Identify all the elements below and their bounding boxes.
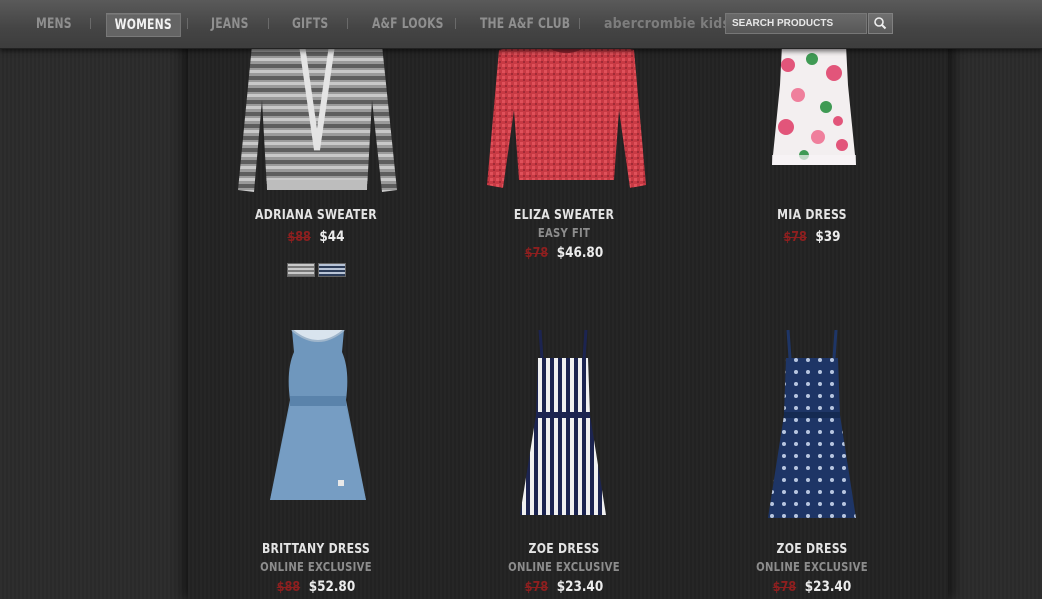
product-name[interactable]: BRITTANY DRESS <box>215 542 417 557</box>
product-card-zoe-striped: ZOE DRESS ONLINE EXCLUSIVE $78 $23.40 <box>444 542 684 596</box>
nav-item-jeans[interactable]: JEANS <box>211 0 249 48</box>
sale-price: $23.40 <box>556 579 604 595</box>
product-name[interactable]: ZOE DRESS <box>711 542 913 557</box>
nav-separator <box>187 18 188 29</box>
nav-item-womens[interactable]: WOMENS <box>106 13 181 37</box>
price-row: $88 $52.80 <box>213 578 419 596</box>
price-row: $88 $44 <box>213 228 419 246</box>
nav-item-af-looks[interactable]: A&F LOOKS <box>372 0 444 48</box>
nav-item-abercrombie-kids[interactable]: abercrombie kids <box>604 0 730 48</box>
original-price: $78 <box>524 246 549 261</box>
eliza-sweater-image[interactable] <box>484 40 649 195</box>
original-price: $78 <box>772 580 797 595</box>
product-name[interactable]: ELIZA SWEATER <box>463 208 665 223</box>
zoe-dress-striped-image[interactable] <box>518 330 608 520</box>
product-grid-panel: ADRIANA SWEATER $88 $44 ELIZA SWEATER EAS… <box>188 0 948 599</box>
nav-separator <box>347 18 348 29</box>
original-price: $78 <box>783 230 807 245</box>
product-card-brittany: BRITTANY DRESS ONLINE EXCLUSIVE $88 $52.8… <box>196 542 436 596</box>
product-card-zoe-navy: ZOE DRESS ONLINE EXCLUSIVE $78 $23.40 <box>692 542 932 596</box>
exclusive-tag: ONLINE EXCLUSIVE <box>508 560 620 574</box>
exclusive-tag: ONLINE EXCLUSIVE <box>756 560 868 574</box>
sale-price: $44 <box>319 229 345 245</box>
product-name[interactable]: ZOE DRESS <box>463 542 665 557</box>
brittany-dress-image[interactable] <box>268 330 368 510</box>
search-button[interactable] <box>868 13 893 34</box>
sale-price: $39 <box>815 229 841 245</box>
search-input[interactable] <box>725 13 867 34</box>
product-card-mia: MIA DRESS $78 $39 <box>692 208 932 246</box>
price-row: $78 $46.80 <box>461 244 667 262</box>
nav-item-gifts[interactable]: GIFTS <box>292 0 328 48</box>
original-price: $88 <box>276 580 301 595</box>
nav-separator <box>455 18 456 29</box>
fit-tag: EASY FIT <box>537 226 591 240</box>
zoe-dress-navy-image[interactable] <box>766 330 858 522</box>
price-row: $78 $23.40 <box>709 578 915 596</box>
nav-item-mens[interactable]: MENS <box>36 0 72 48</box>
sale-price: $52.80 <box>308 579 356 595</box>
price-row: $78 $39 <box>709 228 915 246</box>
original-price: $88 <box>287 230 311 245</box>
nav-item-af-club[interactable]: THE A&F CLUB <box>480 0 570 48</box>
mia-dress-image[interactable] <box>768 45 860 173</box>
price-row: $78 $23.40 <box>461 578 667 596</box>
original-price: $78 <box>524 580 549 595</box>
product-card-eliza: ELIZA SWEATER EASY FIT $78 $46.80 <box>444 208 684 262</box>
exclusive-tag: ONLINE EXCLUSIVE <box>260 560 372 574</box>
top-navigation-bar: MENS WOMENS JEANS GIFTS A&F LOOKS THE A&… <box>0 0 1042 49</box>
sale-price: $46.80 <box>556 245 604 261</box>
magnifier-icon <box>874 17 887 30</box>
sale-price: $23.40 <box>804 579 852 595</box>
nav-separator <box>268 18 269 29</box>
swatch-blue-stripe[interactable] <box>318 263 346 277</box>
product-name[interactable]: MIA DRESS <box>711 208 913 223</box>
product-name[interactable]: ADRIANA SWEATER <box>215 208 417 223</box>
nav-separator <box>90 18 91 29</box>
swatch-gray-stripe[interactable] <box>287 263 315 277</box>
nav-separator <box>579 18 580 29</box>
product-card-adriana: ADRIANA SWEATER $88 $44 <box>196 208 436 246</box>
adriana-sweater-image[interactable] <box>232 40 402 198</box>
